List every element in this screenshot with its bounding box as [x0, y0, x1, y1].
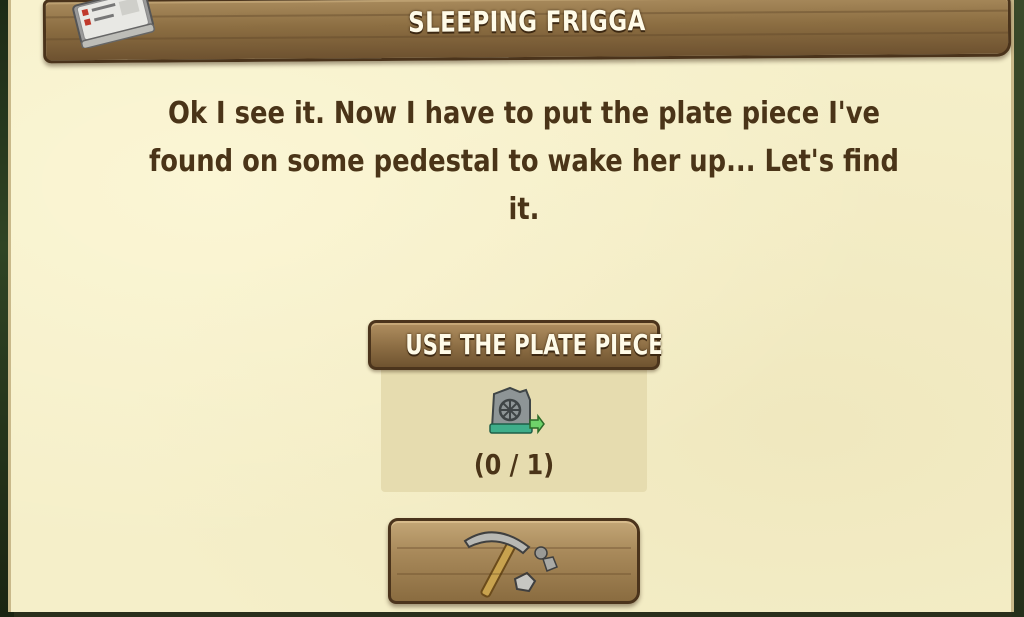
task-header: USE THE PLATE PIECE: [368, 320, 663, 370]
quest-book-icon: [72, 0, 155, 48]
quest-message: Ok I see it. Now I have to put the plate…: [148, 96, 900, 227]
stone-plate-piece-icon: [489, 386, 545, 435]
mine-action-button[interactable]: [388, 518, 640, 604]
pickaxe-icon: [463, 531, 558, 598]
game-screen: SLEEPING FRIGGA Ok I see it. Now I have …: [0, 0, 1024, 617]
task-label: USE THE PLATE PIECE: [405, 328, 663, 361]
dialog-title: SLEEPING FRIGGA: [408, 4, 646, 39]
task-progress: (0 / 1): [473, 448, 555, 481]
title-plank: SLEEPING FRIGGA: [42, 0, 1012, 64]
